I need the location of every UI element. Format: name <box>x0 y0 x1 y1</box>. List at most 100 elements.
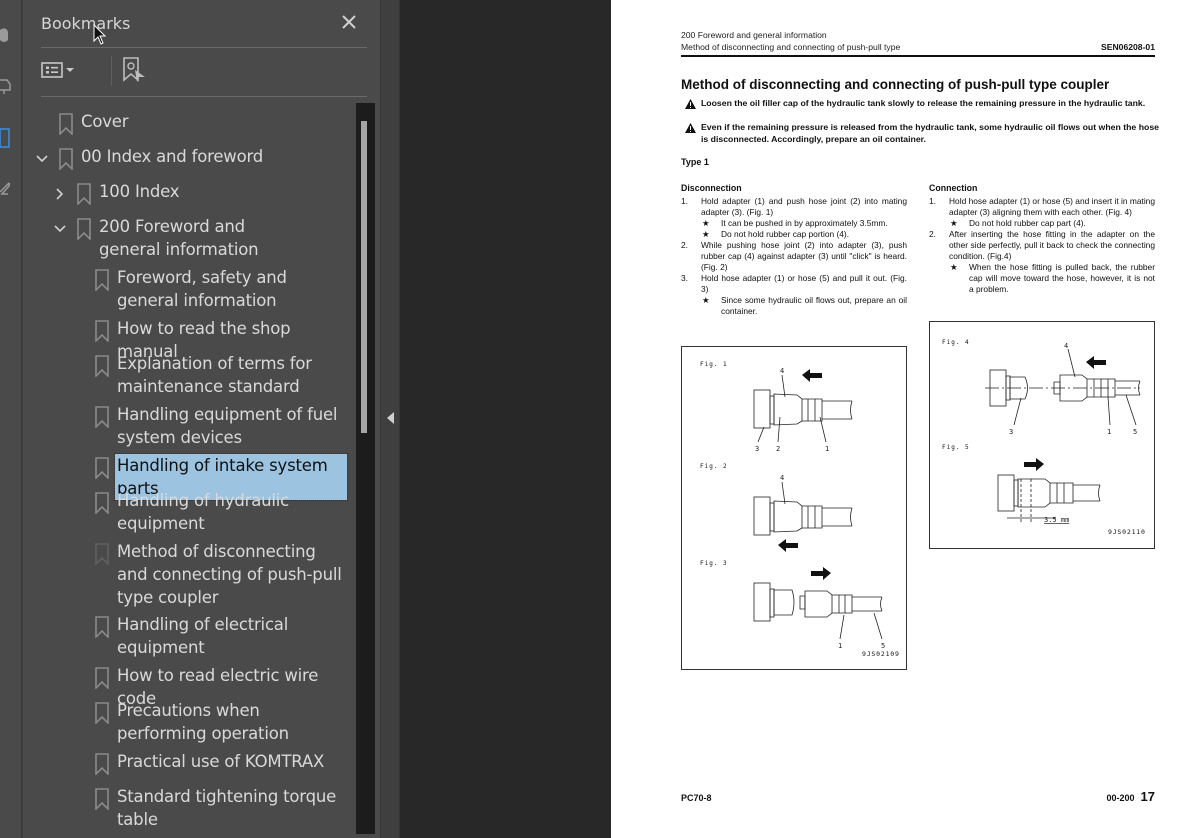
step-number: 3. <box>681 273 688 283</box>
callout-fig1-2: 2 <box>776 445 780 453</box>
tool-rail <box>0 0 22 838</box>
scrollbar-thumb[interactable] <box>361 121 367 433</box>
attachment-icon[interactable] <box>0 24 12 44</box>
stamp-icon[interactable] <box>0 76 12 96</box>
bookmark-item[interactable]: 200 Foreword and general information <box>54 215 353 261</box>
warning-text: Even if the remaining pressure is releas… <box>701 122 1159 144</box>
close-panel-button[interactable] <box>339 12 359 32</box>
warning-triangle-icon <box>685 99 696 109</box>
bookmark-label: Cover <box>81 112 129 131</box>
disconnection-heading: Disconnection <box>681 183 742 193</box>
bookmark-item[interactable]: Practical use of KOMTRAX <box>95 750 353 775</box>
collapse-panel-arrow-icon[interactable] <box>387 412 394 424</box>
bookmark-label: Standard tightening torque table <box>117 787 337 829</box>
signature-icon[interactable] <box>0 178 12 198</box>
callout-fig2-4: 4 <box>780 474 784 482</box>
bookmark-icon <box>95 667 109 689</box>
figure-label: Fig. 2 <box>700 463 728 470</box>
warning-triangle-icon <box>685 123 696 133</box>
step-number: 1. <box>681 196 688 206</box>
note-text: Since some hydraulic oil flows out, prep… <box>721 295 907 316</box>
document-viewport: 200 Foreword and general information Met… <box>400 0 1200 838</box>
star-icon: ★ <box>950 218 958 228</box>
footer-section: 00-200 <box>1106 793 1135 803</box>
type-label: Type 1 <box>681 157 709 167</box>
step-number: 1. <box>929 196 936 206</box>
bookmark-item[interactable]: 100 Index <box>56 180 353 205</box>
bookmark-icon <box>95 355 109 377</box>
star-icon: ★ <box>950 262 958 272</box>
chevron-down-icon[interactable] <box>35 152 49 166</box>
bookmark-item[interactable]: Explanation of terms for maintenance sta… <box>95 352 353 398</box>
bookmark-label: Practical use of KOMTRAX <box>117 752 325 771</box>
bookmark-item[interactable]: Method of disconnecting and connecting o… <box>95 540 353 609</box>
procedure-step: 1. Hold hose adapter (1) or hose (5) and … <box>929 196 1155 218</box>
callout-fig4-5: 5 <box>1133 428 1137 436</box>
disconnection-column: Disconnection 1. Hold adapter (1) and push… <box>681 183 907 317</box>
callout-fig1-3: 3 <box>755 445 759 453</box>
bookmark-icon <box>95 269 109 291</box>
callout-fig4-3: 3 <box>1009 428 1013 436</box>
bookmark-icon <box>95 320 109 342</box>
bookmarks-panel-icon[interactable] <box>0 128 12 148</box>
panel-splitter[interactable] <box>380 0 400 838</box>
page-title: Method of disconnecting and connecting o… <box>681 77 1110 92</box>
step-text: Hold hose adapter (1) or hose (5) and in… <box>949 196 1155 217</box>
bookmark-item[interactable]: Foreword, safety and general information <box>95 266 353 312</box>
callout-fig1-1: 1 <box>825 445 829 453</box>
bookmark-item[interactable]: Handling of electrical equipment <box>95 613 353 659</box>
bookmark-icon <box>59 148 73 170</box>
bookmark-item[interactable]: Precautions when performing operation <box>95 699 353 745</box>
figure-label: Fig. 1 <box>700 361 728 368</box>
bookmark-label: 100 Index <box>99 182 180 201</box>
chevron-down-icon[interactable] <box>53 222 67 236</box>
bookmark-label: Handling of electrical equipment <box>117 615 289 657</box>
procedure-note: ★ It can be pushed in by approximately 3.… <box>681 218 907 229</box>
running-header-topic: Method of disconnecting and connecting o… <box>681 42 901 52</box>
bookmark-item[interactable]: Cover <box>59 110 353 135</box>
bookmark-icon <box>95 788 109 810</box>
bookmark-item[interactable]: 00 Index and foreword <box>36 145 353 170</box>
bookmark-icon <box>95 702 109 724</box>
callout-fig1-4: 4 <box>780 367 784 375</box>
coupler-disconnection-diagram: 4 3 2 1 4 1 5 <box>753 367 885 650</box>
note-text: Do not hold rubber cap portion (4). <box>721 229 850 239</box>
procedure-note: ★ Since some hydraulic oil flows out, pre… <box>681 295 907 317</box>
procedure-step: 2. While pushing hose joint (2) into adap… <box>681 240 907 273</box>
bookmark-scrollbar[interactable] <box>356 103 375 834</box>
bookmark-icon <box>95 753 109 775</box>
warning-1: Loosen the oil filler cap of the hydraul… <box>685 98 1159 110</box>
bookmarks-panel: Bookmarks Cover 00 Index and foreword 100 … <box>22 0 380 838</box>
bookmark-icon <box>95 406 109 428</box>
options-menu-button[interactable] <box>41 56 75 84</box>
bookmark-item[interactable]: Standard tightening torque table <box>95 785 353 831</box>
figure-box-connection: 4 3 1 5 3.5 mm Fig. 4 Fig. 5 9JS02110 <box>929 321 1155 549</box>
figure-label: Fig. 4 <box>942 339 970 346</box>
close-icon <box>342 15 356 29</box>
bookmark-label: Foreword, safety and general information <box>117 268 287 310</box>
figure-code: 9JS02110 <box>1108 528 1146 536</box>
step-text: After inserting the hose fitting in the … <box>949 229 1155 261</box>
chevron-right-icon[interactable] <box>53 187 67 201</box>
bookmark-icon <box>95 492 109 514</box>
figure-box-disconnection: 4 3 2 1 4 1 5 Fig. 1 Fig. 2 Fig. 3 9JS02… <box>681 346 907 670</box>
callout-fig3-5: 5 <box>881 642 885 650</box>
coupler-connection-diagram: 4 3 1 5 3.5 mm <box>985 342 1141 524</box>
toolbar-separator <box>111 56 112 86</box>
warning-2: Even if the remaining pressure is releas… <box>685 122 1159 145</box>
find-current-bookmark-icon <box>123 57 145 82</box>
bookmark-item[interactable]: Handling equipment of fuel system device… <box>95 403 353 449</box>
bookmark-item[interactable]: Handling of hydraulic equipment <box>95 489 353 535</box>
bookmark-label: Handling of hydraulic equipment <box>117 491 290 533</box>
figure-label: Fig. 5 <box>942 444 970 451</box>
procedure-step: 3. Hold hose adapter (1) or hose (5) and … <box>681 273 907 295</box>
bookmark-label: Handling equipment of fuel system device… <box>117 405 338 447</box>
figure-label: Fig. 3 <box>700 560 728 567</box>
star-icon: ★ <box>702 218 710 228</box>
pdf-page: 200 Foreword and general information Met… <box>611 0 1200 838</box>
panel-title: Bookmarks <box>41 14 131 33</box>
callout-fig4-4: 4 <box>1064 342 1068 350</box>
footer-pagination: 00-200 17 <box>1107 789 1156 804</box>
step-number: 2. <box>681 240 688 250</box>
find-current-bookmark-button[interactable] <box>121 56 147 84</box>
